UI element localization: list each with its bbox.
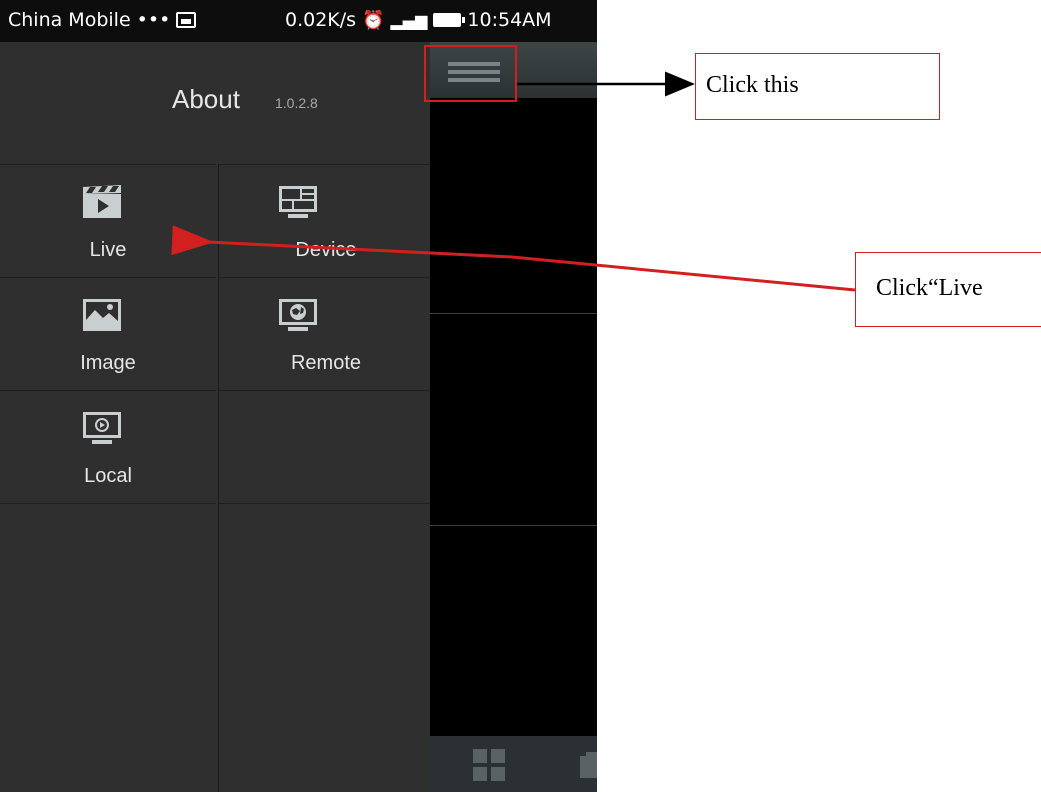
video-pane	[430, 42, 597, 792]
local-video-icon	[83, 412, 121, 444]
menu-item-local-label: Local	[84, 465, 132, 487]
bottom-bar	[430, 736, 597, 792]
screenshot-icon	[176, 12, 197, 28]
menu-item-image-label: Image	[80, 352, 136, 374]
callout-click-live: Click“Live	[855, 252, 1041, 327]
status-bar: China Mobile ••• 0.02K/s ⏰ ▂▄▆ 10:54AM	[0, 0, 597, 42]
menu-item-live-label: Live	[89, 239, 127, 261]
video-divider	[430, 525, 597, 526]
about-title: About	[172, 84, 240, 114]
menu-item-remote[interactable]: Remote	[218, 277, 434, 390]
menu-item-remote-label: Remote	[290, 352, 362, 374]
clapper-icon	[83, 185, 121, 218]
callout-click-live-text: Click“Live	[876, 275, 983, 301]
empty-cell	[218, 390, 434, 503]
carrier-label: China Mobile •••	[8, 9, 171, 31]
remote-monitor-icon	[279, 299, 317, 331]
menu-item-live[interactable]: Live	[0, 164, 216, 277]
clock: 10:54AM	[467, 9, 552, 31]
phone-screen: China Mobile ••• 0.02K/s ⏰ ▂▄▆ 10:54AM A…	[0, 0, 597, 792]
about-row[interactable]: About 1.0.2.8	[0, 42, 430, 164]
callout-click-this: Click this	[695, 53, 940, 120]
image-icon	[83, 299, 121, 331]
menu-item-image[interactable]: Image	[0, 277, 216, 390]
empty-cell	[218, 503, 434, 792]
menu-button-highlight	[424, 45, 517, 102]
grid-view-icon[interactable]	[472, 748, 506, 782]
menu-item-device-label: Device	[295, 239, 357, 261]
side-drawer: About 1.0.2.8 Live Device Image Remote L…	[0, 42, 434, 792]
camera-icon[interactable]	[578, 750, 597, 780]
monitor-grid-icon	[279, 186, 317, 218]
alarm-icon: ⏰	[362, 9, 385, 31]
callout-click-this-text: Click this	[706, 72, 799, 98]
network-speed: 0.02K/s	[285, 9, 357, 31]
video-divider	[430, 313, 597, 314]
app-version: 1.0.2.8	[275, 95, 318, 111]
menu-item-device[interactable]: Device	[218, 164, 434, 277]
empty-cell	[0, 503, 216, 792]
menu-item-local[interactable]: Local	[0, 390, 216, 503]
signal-icon: ▂▄▆	[390, 10, 428, 30]
battery-icon	[433, 13, 466, 27]
